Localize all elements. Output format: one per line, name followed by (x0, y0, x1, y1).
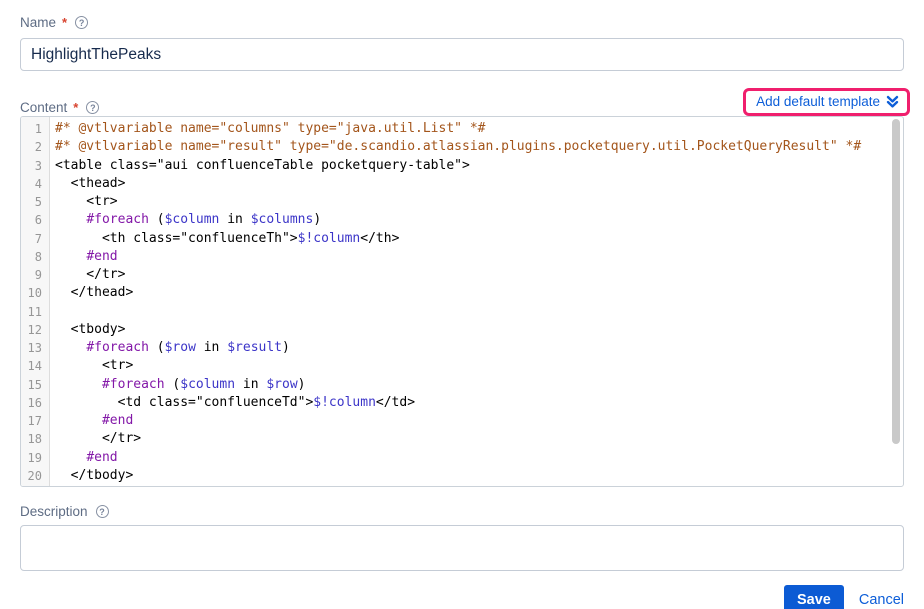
description-row: Description ? (20, 503, 904, 576)
line-number: 20 (21, 467, 49, 485)
cancel-button[interactable]: Cancel (859, 592, 904, 608)
line-number: 2 (21, 138, 49, 156)
code-line[interactable]: #end (55, 412, 889, 430)
name-label: Name (20, 15, 56, 30)
code-line[interactable]: </tr> (55, 266, 889, 284)
line-number: 16 (21, 394, 49, 412)
code-line[interactable]: </thead> (55, 284, 889, 302)
line-number: 4 (21, 175, 49, 193)
template-edit-form: Name * ? Content * ? Add default templat… (0, 0, 924, 609)
save-button[interactable]: Save (784, 585, 844, 609)
code-line[interactable]: <tr> (55, 357, 889, 375)
line-number: 15 (21, 376, 49, 394)
add-default-template-button[interactable]: Add default template (756, 94, 899, 109)
double-chevron-down-icon (886, 95, 899, 109)
content-required-marker: * (73, 100, 78, 115)
code-line[interactable]: #foreach ($column in $row) (55, 376, 889, 394)
code-line[interactable]: #foreach ($column in $columns) (55, 211, 889, 229)
code-line[interactable]: <table class="aui confluenceTable pocket… (55, 157, 889, 175)
line-number: 10 (21, 284, 49, 302)
add-default-template-highlight: Add default template (743, 88, 910, 116)
code-line[interactable]: #* @vtlvariable name="result" type="de.s… (55, 138, 889, 156)
code-line[interactable]: <thead> (55, 175, 889, 193)
line-number: 1 (21, 120, 49, 138)
line-number: 5 (21, 193, 49, 211)
editor-gutter: 1234567891011121314151617181920 (21, 117, 50, 486)
line-number: 11 (21, 303, 49, 321)
line-number: 8 (21, 248, 49, 266)
code-lines[interactable]: #* @vtlvariable name="columns" type="jav… (50, 117, 903, 486)
code-line[interactable] (55, 303, 889, 321)
code-editor[interactable]: 1234567891011121314151617181920 #* @vtlv… (20, 116, 904, 487)
line-number: 18 (21, 430, 49, 448)
editor-scrollbar[interactable] (892, 119, 900, 444)
code-line[interactable]: #* @vtlvariable name="columns" type="jav… (55, 120, 889, 138)
code-line[interactable]: <td class="confluenceTd">$!column</td> (55, 394, 889, 412)
code-line[interactable]: #end (55, 449, 889, 467)
code-line[interactable]: <tr> (55, 193, 889, 211)
name-label-row: Name * ? (20, 14, 904, 31)
description-label-row: Description ? (20, 503, 904, 520)
line-number: 17 (21, 412, 49, 430)
description-input[interactable] (20, 525, 904, 571)
content-help-icon[interactable]: ? (86, 101, 99, 114)
description-help-icon[interactable]: ? (96, 505, 109, 518)
line-number: 6 (21, 211, 49, 229)
line-number: 9 (21, 266, 49, 284)
code-line[interactable]: <th class="confluenceTh">$!column</th> (55, 230, 889, 248)
code-line[interactable]: #end (55, 248, 889, 266)
line-number: 3 (21, 157, 49, 175)
name-help-icon[interactable]: ? (75, 16, 88, 29)
content-label-row: Content * ? (20, 99, 99, 116)
form-actions: Save Cancel (20, 585, 904, 609)
line-number: 13 (21, 339, 49, 357)
name-input[interactable] (20, 38, 904, 71)
name-required-marker: * (62, 15, 67, 30)
line-number: 12 (21, 321, 49, 339)
line-number: 14 (21, 357, 49, 375)
line-number: 7 (21, 230, 49, 248)
code-line[interactable]: </tr> (55, 430, 889, 448)
line-number: 19 (21, 449, 49, 467)
code-line[interactable]: <tbody> (55, 321, 889, 339)
description-label: Description (20, 504, 88, 519)
code-line[interactable]: </tbody> (55, 467, 889, 485)
content-label: Content (20, 100, 67, 115)
content-header: Content * ? Add default template (20, 85, 904, 116)
add-default-template-label: Add default template (756, 94, 880, 109)
code-line[interactable]: #foreach ($row in $result) (55, 339, 889, 357)
